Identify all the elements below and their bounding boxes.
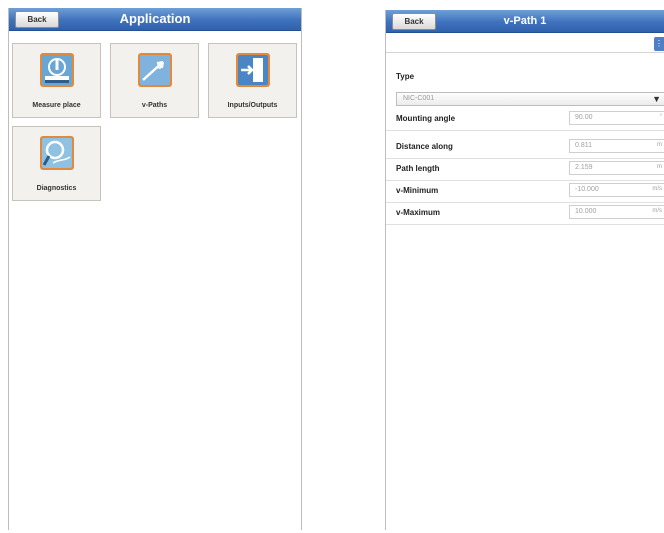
type-value: NIC-C001 (403, 95, 435, 102)
distance-along-row: Distance along 0.811 m (386, 136, 664, 159)
row-unit: m (657, 142, 662, 148)
path-length-row: Path length 2.159 m (386, 158, 664, 181)
type-label: Type (396, 72, 415, 81)
row-value: 0.811 (575, 142, 592, 149)
v-path-screen: v-Path 1 Back ⋮ Type NIC-C001 ▼ Mounting… (385, 10, 664, 530)
back-button[interactable]: Back (392, 13, 436, 30)
tile-label: Inputs/Outputs (227, 102, 278, 109)
row-label: Mounting angle (396, 114, 456, 123)
sub-toolbar: ⋮ (386, 33, 664, 53)
row-unit: m/s (652, 186, 662, 192)
tile-label: v-Paths (141, 102, 168, 109)
application-screen: Application Back Measure place v v-Paths (8, 8, 302, 530)
back-button[interactable]: Back (15, 11, 59, 28)
title-bar: Application Back (9, 8, 301, 31)
v-minimum-input[interactable]: -10.000 m/s (569, 183, 664, 197)
row-value: 10.000 (575, 208, 597, 215)
row-label: v-Minimum (396, 186, 439, 195)
row-value: 90.00 (575, 114, 593, 121)
mounting-angle-row: Mounting angle 90.00 ° (386, 108, 664, 131)
diagnostics-tile[interactable]: Diagnostics (12, 126, 101, 201)
mounting-angle-input[interactable]: 90.00 ° (569, 111, 664, 125)
diagnostics-icon (40, 136, 74, 170)
v-paths-icon: v (138, 53, 172, 87)
row-unit: m/s (652, 208, 662, 214)
row-value: 2.159 (575, 164, 593, 171)
v-minimum-row: v-Minimum -10.000 m/s (386, 180, 664, 203)
chevron-down-icon: ▼ (652, 94, 661, 104)
inputs-outputs-icon (236, 53, 270, 87)
title-bar: v-Path 1 Back (386, 10, 664, 33)
path-length-input[interactable]: 2.159 m (569, 161, 664, 175)
row-label: Path length (396, 164, 440, 173)
v-maximum-input[interactable]: 10.000 m/s (569, 205, 664, 219)
svg-text:v: v (157, 61, 163, 72)
row-label: v-Maximum (396, 208, 441, 217)
distance-along-input[interactable]: 0.811 m (569, 139, 664, 153)
tile-label: Diagnostics (36, 185, 77, 192)
menu-button[interactable]: ⋮ (654, 37, 664, 51)
row-label: Distance along (396, 142, 453, 151)
inputs-outputs-tile[interactable]: Inputs/Outputs (208, 43, 297, 118)
v-paths-tile[interactable]: v v-Paths (110, 43, 199, 118)
type-select[interactable]: NIC-C001 ▼ (396, 92, 664, 106)
row-unit: ° (659, 114, 662, 120)
measure-place-icon (40, 53, 74, 87)
measure-place-tile[interactable]: Measure place (12, 43, 101, 118)
row-unit: m (657, 164, 662, 170)
v-maximum-row: v-Maximum 10.000 m/s (386, 202, 664, 225)
row-value: -10.000 (575, 186, 599, 193)
tile-label: Measure place (32, 102, 81, 109)
